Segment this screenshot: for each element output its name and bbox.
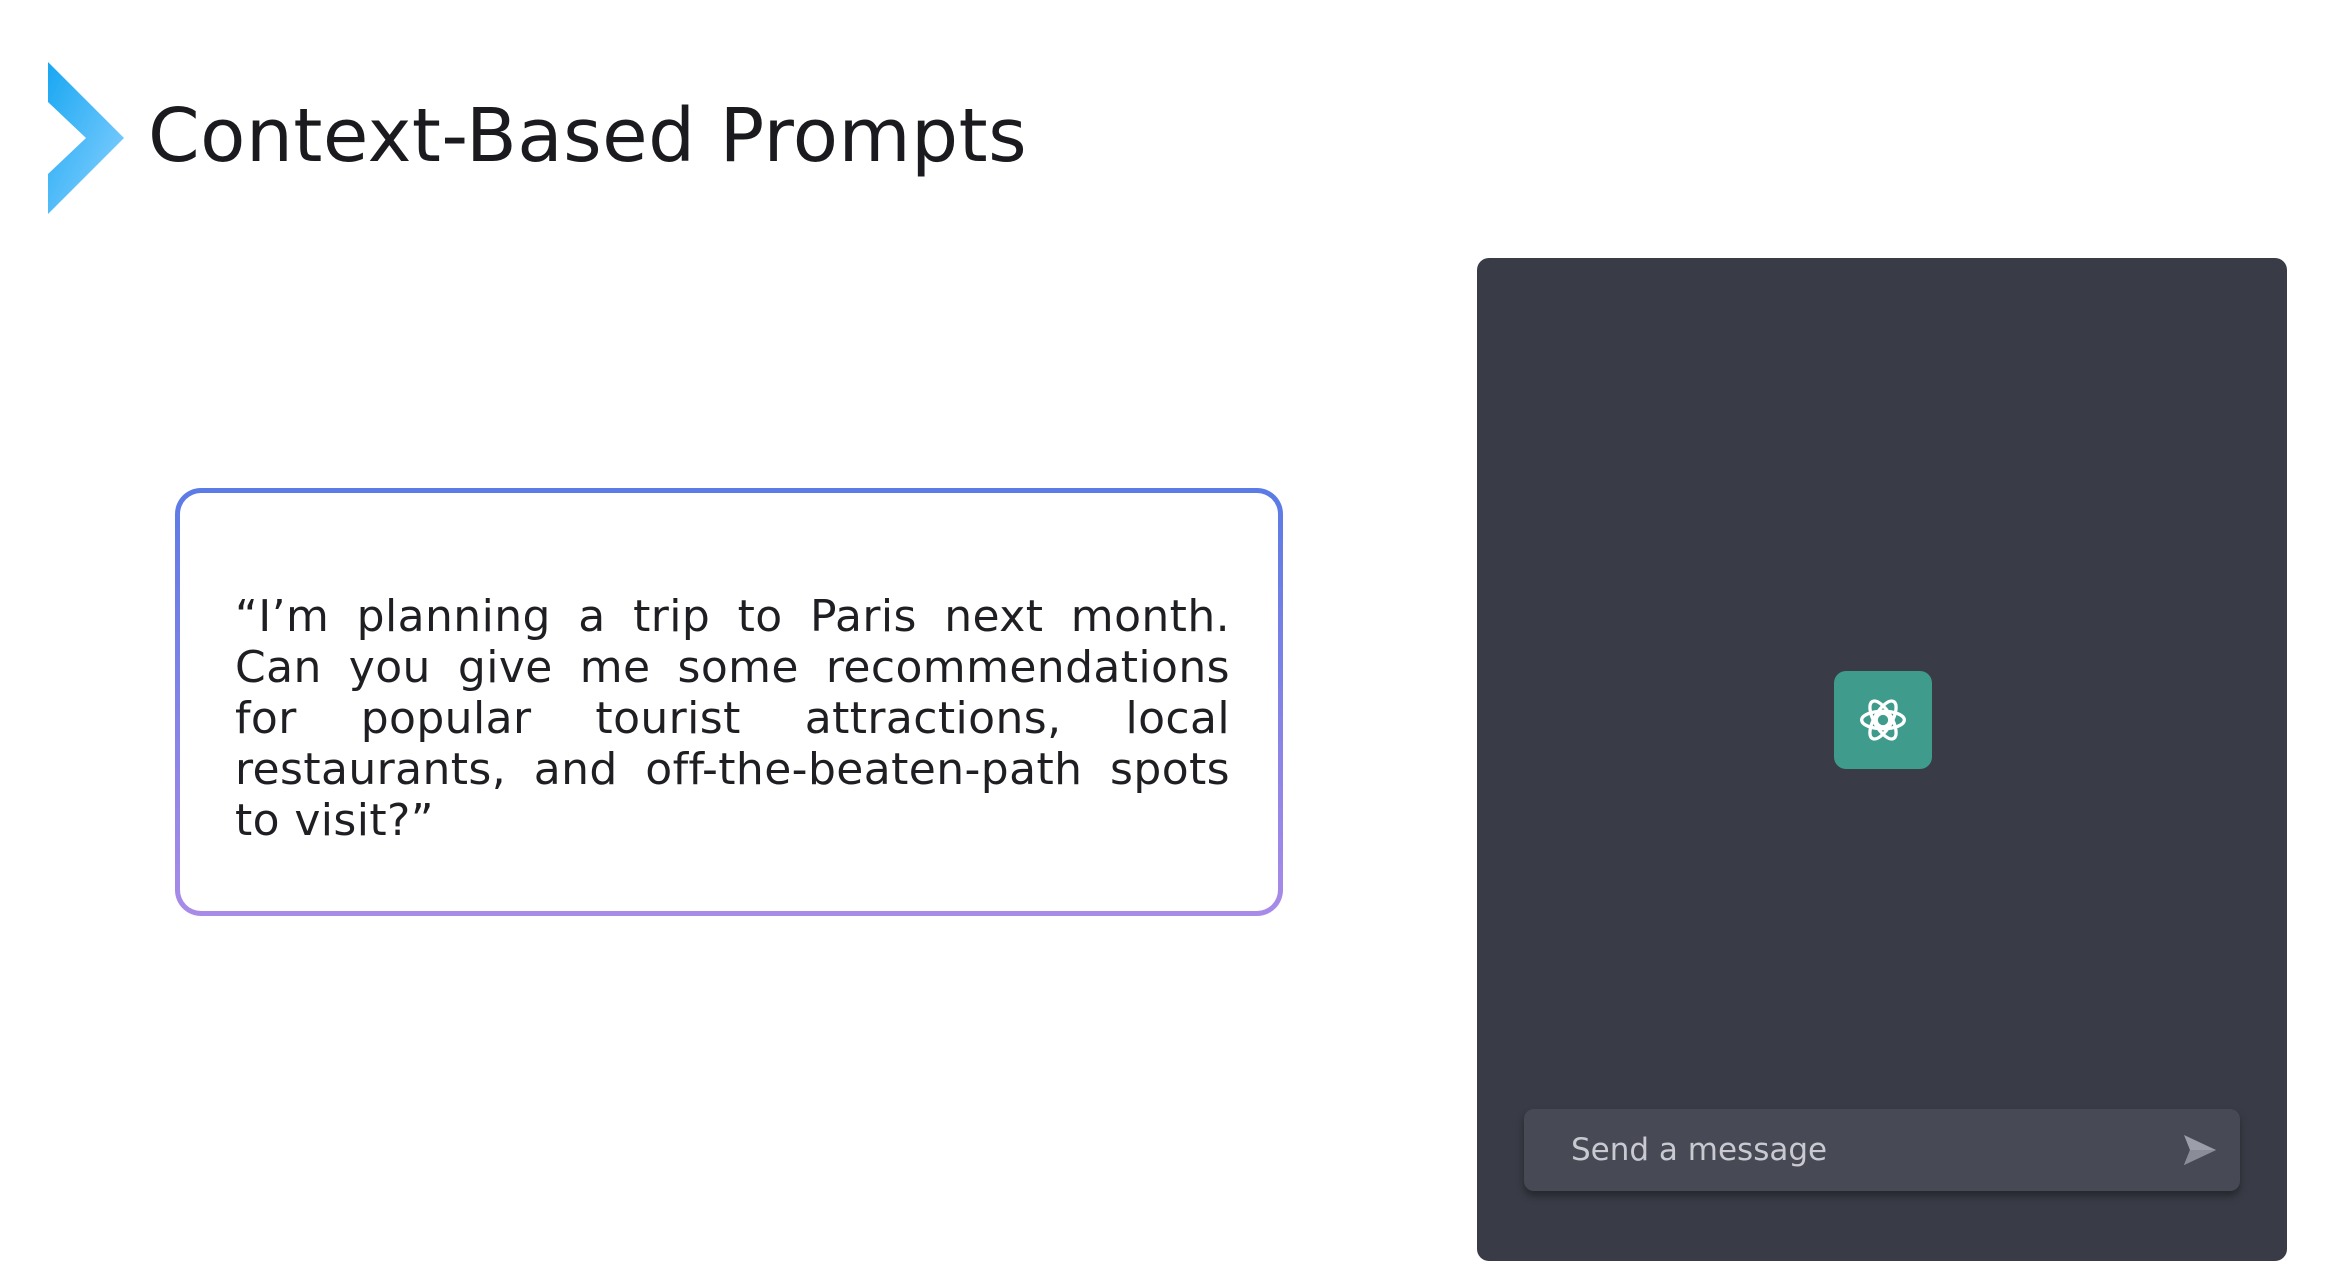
openai-logo-icon [1834,671,1932,769]
prompt-text: “I’m planning a trip to Paris next month… [235,591,1230,846]
send-button[interactable] [2180,1131,2220,1169]
send-icon [2184,1135,2216,1165]
page-title: Context-Based Prompts [148,93,1028,179]
message-bar [1524,1109,2240,1191]
prompt-card: “I’m planning a trip to Paris next month… [175,488,1283,916]
chat-panel [1477,258,2287,1261]
openai-logo-glyph [1860,699,1906,741]
chevron-right-icon [48,62,124,214]
title-accent [48,62,126,214]
message-input[interactable] [1524,1109,2144,1191]
